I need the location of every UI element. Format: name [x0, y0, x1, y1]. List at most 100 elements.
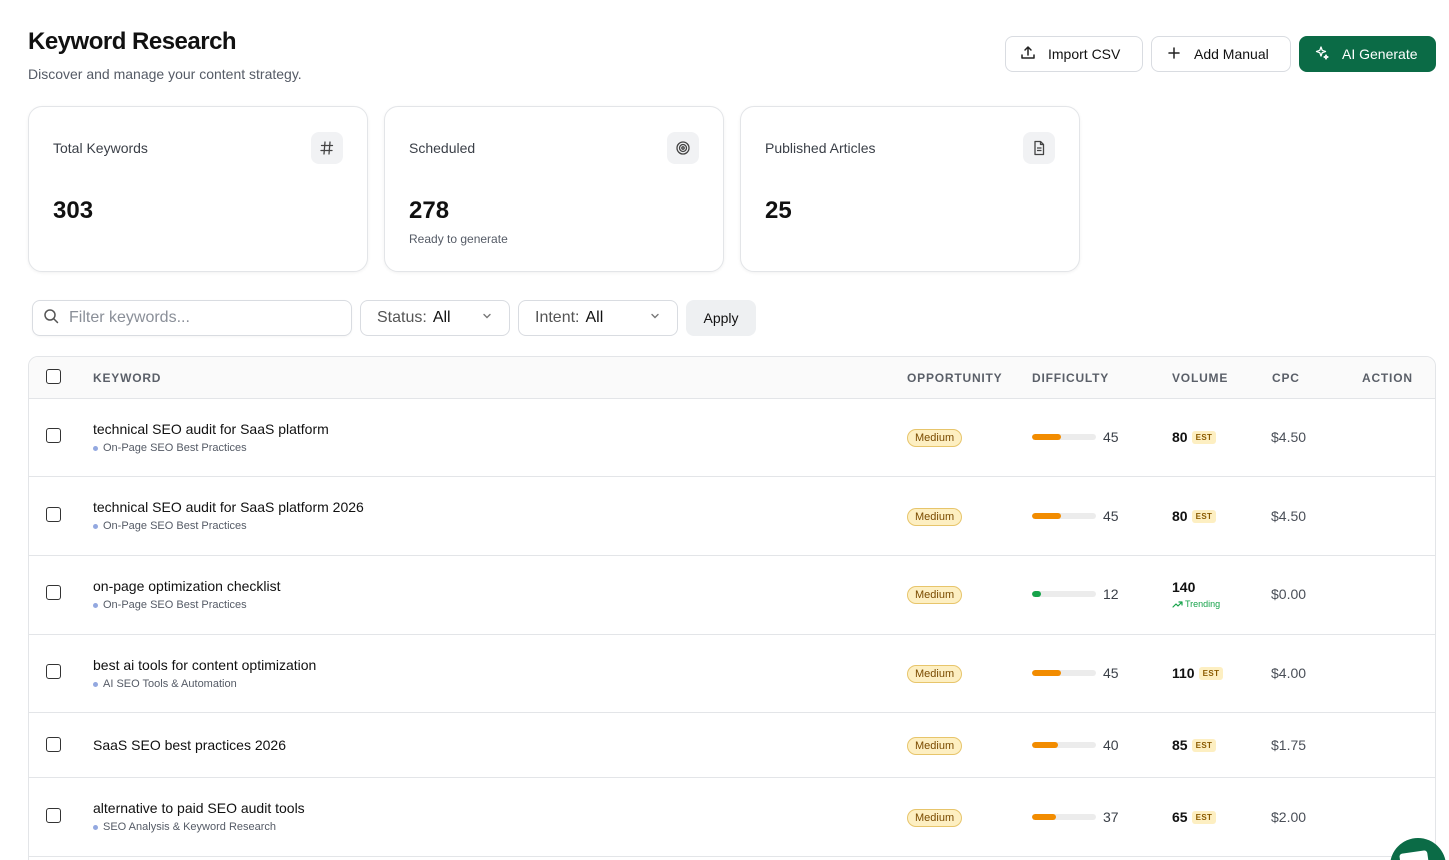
keyword-cluster: SEO Analysis & Keyword Research [93, 821, 276, 833]
table-header: KEYWORD OPPORTUNITY DIFFICULTY VOLUME CP… [29, 357, 1435, 399]
keyword-text[interactable]: on-page optimization checklist [93, 578, 281, 594]
keyword-cluster: On-Page SEO Best Practices [93, 599, 247, 611]
cluster-label: On-Page SEO Best Practices [103, 599, 247, 611]
apply-filters-button[interactable]: Apply [686, 300, 756, 336]
volume-number: 110 [1172, 665, 1195, 681]
cpc-value: $2.00 [1271, 809, 1307, 825]
column-header-cpc: CPC [1272, 371, 1300, 385]
cpc-value: $4.50 [1271, 508, 1307, 524]
upload-icon [1020, 45, 1036, 64]
page-title: Keyword Research [28, 28, 237, 55]
table-row[interactable]: on-page optimization checklist On-Page S… [29, 556, 1435, 635]
keyword-text[interactable]: SaaS SEO best practices 2026 [93, 737, 286, 753]
column-header-action: ACTION [1362, 371, 1413, 385]
chat-icon [1399, 850, 1429, 860]
difficulty-value: 45 [1103, 508, 1119, 524]
row-checkbox[interactable] [46, 507, 61, 522]
row-checkbox[interactable] [46, 808, 61, 823]
stats-cards: Total Keywords 303 Scheduled 278 Ready t… [28, 106, 1080, 272]
hash-icon [311, 132, 343, 164]
difficulty-value: 12 [1103, 586, 1119, 602]
keyword-cluster: On-Page SEO Best Practices [93, 442, 247, 454]
opportunity-badge: Medium [907, 665, 963, 683]
cpc-value: $0.00 [1271, 586, 1307, 602]
stat-note: Ready to generate [409, 232, 508, 246]
keyword-cluster: AI SEO Tools & Automation [93, 678, 237, 690]
table-row[interactable]: technical SEO audit for SaaS platform On… [29, 399, 1435, 477]
import-csv-button[interactable]: Import CSV [1005, 36, 1143, 72]
row-checkbox[interactable] [46, 664, 61, 679]
difficulty-bar [1032, 434, 1096, 440]
cluster-dot-icon [93, 523, 98, 529]
chevron-down-icon [481, 309, 493, 327]
header-actions: Import CSV Add Manual AI Generate [1005, 36, 1436, 72]
difficulty-value: 45 [1103, 665, 1119, 681]
volume-value: 110 EST [1172, 665, 1224, 681]
difficulty-bar-fill [1032, 814, 1056, 820]
table-row[interactable]: SaaS SEO best practices 2026 Medium 40 8… [29, 713, 1435, 778]
difficulty-bar [1032, 513, 1096, 519]
opportunity-badge: Medium [907, 586, 963, 604]
keyword-text[interactable]: alternative to paid SEO audit tools [93, 800, 305, 816]
trending-up-icon [1172, 601, 1183, 608]
cpc-value: $1.75 [1271, 737, 1307, 753]
import-csv-label: Import CSV [1048, 46, 1121, 62]
intent-select[interactable]: Intent: All [518, 300, 678, 336]
stat-card-total-keywords: Total Keywords 303 [28, 106, 368, 272]
volume-number: 80 [1172, 429, 1188, 445]
status-select[interactable]: Status: All [360, 300, 510, 336]
ai-generate-button[interactable]: AI Generate [1299, 36, 1436, 72]
row-checkbox[interactable] [46, 585, 61, 600]
document-icon [1023, 132, 1055, 164]
column-header-volume: VOLUME [1172, 371, 1229, 385]
cluster-dot-icon [93, 681, 98, 687]
page-subtitle: Discover and manage your content strateg… [28, 66, 302, 82]
cluster-label: SEO Analysis & Keyword Research [103, 821, 277, 833]
difficulty-bar-fill [1032, 591, 1041, 597]
intent-select-label: Intent: [535, 309, 580, 326]
keywords-table: KEYWORD OPPORTUNITY DIFFICULTY VOLUME CP… [28, 356, 1436, 860]
stat-label: Scheduled [409, 140, 476, 156]
search-input[interactable] [69, 309, 329, 327]
column-header-keyword: KEYWORD [93, 371, 162, 385]
stat-label: Published Articles [765, 140, 876, 156]
difficulty-bar-fill [1032, 513, 1061, 519]
column-header-difficulty: DIFFICULTY [1032, 371, 1110, 385]
difficulty-value: 37 [1103, 809, 1119, 825]
volume-number: 65 [1172, 809, 1188, 825]
difficulty-value: 40 [1103, 737, 1119, 753]
select-all-checkbox[interactable] [46, 369, 61, 384]
difficulty-bar [1032, 742, 1096, 748]
volume-value: 80 EST [1172, 508, 1217, 524]
cluster-label: AI SEO Tools & Automation [103, 678, 237, 690]
sparkles-icon [1314, 45, 1330, 64]
stat-label: Total Keywords [53, 140, 148, 156]
opportunity-badge: Medium [907, 737, 963, 755]
keyword-cluster: On-Page SEO Best Practices [93, 520, 247, 532]
stat-value: 278 [409, 197, 450, 224]
table-row[interactable]: alternative to paid SEO audit tools SEO … [29, 778, 1435, 857]
estimate-badge: EST [1198, 666, 1224, 680]
difficulty-value: 45 [1103, 429, 1119, 445]
difficulty-bar [1032, 814, 1096, 820]
keyword-text[interactable]: technical SEO audit for SaaS platform 20… [93, 499, 364, 515]
plus-icon [1166, 45, 1182, 64]
add-manual-label: Add Manual [1194, 46, 1269, 62]
add-manual-button[interactable]: Add Manual [1151, 36, 1291, 72]
table-row[interactable]: technical SEO audit for SaaS platform 20… [29, 477, 1435, 556]
row-checkbox[interactable] [46, 737, 61, 752]
search-icon [43, 308, 59, 329]
cluster-label: On-Page SEO Best Practices [103, 520, 247, 532]
opportunity-badge: Medium [907, 508, 963, 526]
keyword-text[interactable]: best ai tools for content optimization [93, 657, 316, 673]
target-icon [667, 132, 699, 164]
stat-value: 303 [53, 197, 94, 224]
table-row[interactable]: best ai tools for content optimization A… [29, 635, 1435, 713]
volume-value: 140 [1172, 579, 1195, 595]
keyword-text[interactable]: technical SEO audit for SaaS platform [93, 421, 329, 437]
stat-card-published-articles: Published Articles 25 [740, 106, 1080, 272]
cluster-dot-icon [93, 602, 98, 608]
row-checkbox[interactable] [46, 428, 61, 443]
chevron-down-icon [649, 309, 661, 327]
status-select-label: Status: [377, 309, 427, 326]
